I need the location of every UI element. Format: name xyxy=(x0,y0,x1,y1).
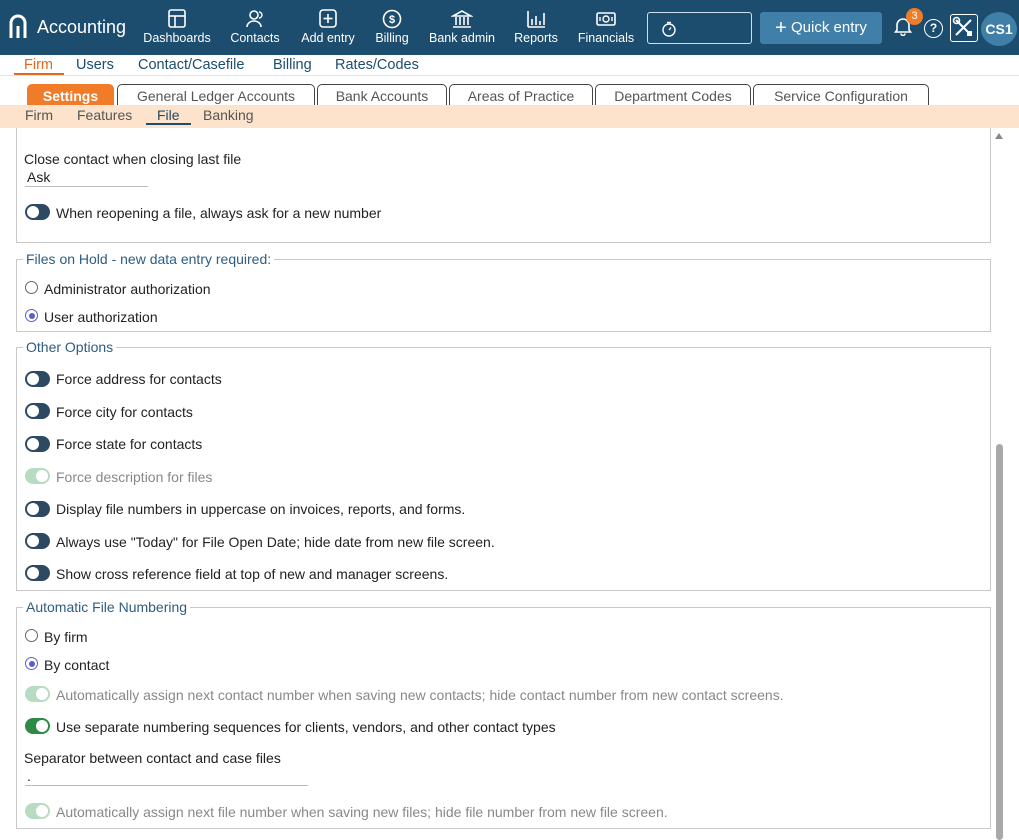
force-description-toggle xyxy=(25,468,50,484)
nav-bank-admin[interactable]: Bank admin xyxy=(423,9,501,45)
menu-firm[interactable]: Firm xyxy=(24,57,53,73)
billing-icon: $ xyxy=(382,9,402,29)
other-options-panel: Other Options Force address for contacts… xyxy=(16,339,991,591)
tab-service-configuration[interactable]: Service Configuration xyxy=(753,84,929,105)
force-address-toggle[interactable] xyxy=(25,371,50,387)
cross-reference-label: Show cross reference field at top of new… xyxy=(56,566,449,582)
close-contact-select[interactable]: Ask xyxy=(25,169,148,187)
dashboard-icon xyxy=(168,9,186,28)
menu-billing[interactable]: Billing xyxy=(273,57,312,73)
reopen-new-number-label: When reopening a file, always ask for a … xyxy=(56,205,382,221)
today-open-date-toggle[interactable] xyxy=(25,533,50,549)
app-logo-icon xyxy=(9,14,27,38)
menu-contact-casefile[interactable]: Contact/Casefile xyxy=(138,57,244,73)
nav-label: Dashboards xyxy=(143,31,211,45)
reopen-new-number-toggle[interactable] xyxy=(25,204,50,220)
by-contact-radio[interactable] xyxy=(25,657,38,670)
other-options-title: Other Options xyxy=(23,339,117,355)
app-title: Accounting xyxy=(37,17,127,37)
vertical-scrollbar[interactable] xyxy=(993,128,1007,840)
settings-subtabs: Firm Features File Banking xyxy=(0,105,1019,128)
separator-label: Separator between contact and case files xyxy=(24,750,281,766)
separate-sequences-toggle[interactable] xyxy=(25,718,50,734)
user-authorization-radio[interactable] xyxy=(25,309,38,322)
admin-authorization-label: Administrator authorization xyxy=(44,281,211,297)
settings-menu: Firm Users Contact/Casefile Billing Rate… xyxy=(0,55,1019,76)
contacts-icon xyxy=(246,10,263,28)
assign-file-number-label: Automatically assign next file number wh… xyxy=(56,804,668,820)
nav-label: Add entry xyxy=(301,31,355,45)
automatic-file-numbering-panel: Automatic File Numbering By firm By cont… xyxy=(16,599,991,829)
file-settings-content: Close contact when closing last file Ask… xyxy=(0,128,1019,840)
tab-settings[interactable]: Settings xyxy=(27,84,114,105)
nav-label: Billing xyxy=(375,31,409,45)
tab-bank-accounts[interactable]: Bank Accounts xyxy=(317,84,447,105)
by-firm-radio[interactable] xyxy=(25,629,38,642)
tab-department-codes[interactable]: Department Codes xyxy=(595,84,751,105)
plus-icon: + xyxy=(775,17,787,39)
assign-contact-number-label: Automatically assign next contact number… xyxy=(56,687,784,703)
force-city-label: Force city for contacts xyxy=(56,404,193,420)
today-open-date-label: Always use "Today" for File Open Date; h… xyxy=(56,534,495,550)
settings-tabs: Settings General Ledger Accounts Bank Ac… xyxy=(0,84,1019,105)
nav-financials[interactable]: Financials xyxy=(567,9,645,45)
scroll-up-arrow-icon[interactable] xyxy=(995,133,1003,139)
menu-users[interactable]: Users xyxy=(76,57,114,73)
auto-numbering-title: Automatic File Numbering xyxy=(23,599,191,615)
wrench-screwdriver-icon xyxy=(952,16,972,36)
force-state-toggle[interactable] xyxy=(25,436,50,452)
quick-entry-button[interactable]: + Quick entry xyxy=(760,12,882,44)
separate-sequences-label: Use separate numbering sequences for cli… xyxy=(56,719,556,735)
assign-file-number-toggle xyxy=(25,803,50,819)
nav-label: Financials xyxy=(577,31,635,45)
close-contact-label: Close contact when closing last file xyxy=(24,151,242,167)
nav-label: Reports xyxy=(514,31,558,45)
subtab-banking[interactable]: Banking xyxy=(203,107,254,123)
scrollbar-thumb[interactable] xyxy=(996,444,1003,840)
active-subtab-underline xyxy=(146,123,191,125)
nav-dashboards[interactable]: Dashboards xyxy=(138,9,216,45)
add-entry-icon xyxy=(319,9,337,28)
nav-label: Bank admin xyxy=(428,31,495,45)
admin-authorization-radio[interactable] xyxy=(25,281,38,294)
tab-areas-of-practice[interactable]: Areas of Practice xyxy=(449,84,593,105)
nav-label: Contacts xyxy=(230,31,280,45)
top-navigation-bar: Accounting Dashboards Contacts Add entry… xyxy=(0,0,1019,55)
files-on-hold-title: Files on Hold - new data entry required: xyxy=(23,251,275,267)
tab-general-ledger-accounts[interactable]: General Ledger Accounts xyxy=(117,84,315,105)
help-icon[interactable]: ? xyxy=(924,19,943,38)
by-firm-label: By firm xyxy=(44,629,88,645)
timer-button[interactable] xyxy=(647,12,752,44)
cross-reference-toggle[interactable] xyxy=(25,565,50,581)
force-address-label: Force address for contacts xyxy=(56,371,222,387)
quick-entry-label: Quick entry xyxy=(791,19,867,36)
user-avatar[interactable]: CS1 xyxy=(981,12,1017,46)
user-authorization-label: User authorization xyxy=(44,309,158,325)
uppercase-file-numbers-label: Display file numbers in uppercase on inv… xyxy=(56,501,466,517)
financials-icon xyxy=(596,12,616,26)
by-contact-label: By contact xyxy=(44,657,110,673)
nav-billing[interactable]: $ Billing xyxy=(353,9,431,45)
nav-reports[interactable]: Reports xyxy=(497,9,575,45)
assign-contact-number-toggle xyxy=(25,686,50,702)
force-city-toggle[interactable] xyxy=(25,403,50,419)
tools-button[interactable] xyxy=(950,14,978,42)
force-state-label: Force state for contacts xyxy=(56,436,203,452)
menu-rates-codes[interactable]: Rates/Codes xyxy=(335,57,419,73)
file-options-panel: Close contact when closing last file Ask… xyxy=(16,128,991,243)
subtab-file[interactable]: File xyxy=(157,107,180,123)
uppercase-file-numbers-toggle[interactable] xyxy=(25,501,50,517)
active-menu-underline xyxy=(14,73,64,75)
separator-input[interactable]: . xyxy=(25,768,308,786)
notification-count-badge: 3 xyxy=(906,8,923,25)
bank-icon xyxy=(451,10,473,28)
subtab-firm[interactable]: Firm xyxy=(25,107,53,123)
svg-text:$: $ xyxy=(389,14,395,26)
files-on-hold-panel: Files on Hold - new data entry required:… xyxy=(16,251,991,332)
force-description-label: Force description for files xyxy=(56,469,213,485)
nav-contacts[interactable]: Contacts xyxy=(216,9,294,45)
subtab-features[interactable]: Features xyxy=(77,107,132,123)
stopwatch-icon xyxy=(662,21,676,37)
reports-icon xyxy=(527,11,545,28)
